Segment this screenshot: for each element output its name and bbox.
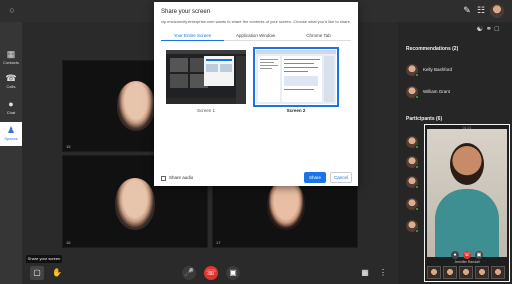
participant-face [115,178,155,230]
more-options-button[interactable]: ⋮ [376,266,390,280]
call-controls: ▢ ✋ 🎤 ☏ ▣ ▦ ⋮ [22,262,398,284]
phone-icon: ☎ [5,73,17,83]
tab-chrome-tab[interactable]: Chrome Tab [287,31,350,41]
camera-button[interactable]: ▣ [226,266,240,280]
microphone-button[interactable]: 🎤 [182,266,196,280]
chat-icon: ● [8,99,14,109]
user-avatar[interactable] [490,4,504,18]
handshake-icon[interactable]: ☯ [477,26,486,33]
meeting-app: ○ ✎ ☷ ▦ Contacts ☎ Calls ● Chat ♟ Spaces… [0,0,512,284]
participant-face [117,81,155,131]
tile-label: 16 [66,240,71,245]
thumbnail[interactable] [491,266,505,279]
edit-icon[interactable]: ✎ [462,5,472,15]
tab-entire-screen[interactable]: Your Entire Screen [161,31,224,41]
raise-hand-button[interactable]: ✋ [50,266,64,280]
panel-toolbar: ☯⚭□ [477,25,502,33]
mic-icon[interactable]: ● [451,251,459,259]
layout-grid-button[interactable]: ▦ [358,266,372,280]
app-logo-icon: ○ [9,5,15,15]
thumbnail[interactable] [427,266,441,279]
share-screen-tooltip: Share your screen [26,255,62,263]
people-icon: ♟ [6,125,16,135]
rail-item-label: Calls [6,84,16,89]
tile-label: 17 [216,240,221,245]
preview-thumbnails [427,266,507,280]
person-name: William Grant [423,89,451,94]
presence-dot [415,95,419,99]
share-audio-label: Share audio [169,175,194,180]
participant-face [267,180,305,230]
video-icon[interactable]: ▣ [475,251,483,259]
dialog-subtitle: vip.enctconcity.enterprise.com wants to … [161,19,351,24]
rail-item-label: Spaces [4,136,18,141]
tab-application-window[interactable]: Application Window [224,31,287,41]
rail-item-label: Chat [6,110,16,115]
rail-item-chat[interactable]: ● Chat [0,96,22,120]
tile-label: 15 [66,144,71,149]
dialog-title: Share your screen [161,9,211,15]
presence-dot [415,185,419,189]
self-preview[interactable]: 01:21 ● ☏ ▣ Jennifer Randall [424,124,510,282]
presence-dot [415,145,419,149]
screen-2-label: Screen 2 [286,108,306,113]
preview-head [450,143,484,185]
screen-1-thumbnail [166,50,246,104]
rail-item-contacts[interactable]: ▦ Contacts [0,46,22,70]
chat-bubble-icon[interactable]: □ [495,26,502,33]
recommendations-header: Recommendations (2) [406,46,459,52]
screen-option-1[interactable]: Screen 1 [166,50,246,113]
preview-caption: Jennifer Randall [454,260,480,264]
participants-header: Participants (6) [406,116,443,122]
screen-2-thumbnail [256,50,336,104]
presence-dot [415,207,419,211]
share-screen-dialog: Share your screen vip.enctconcity.enterp… [154,2,358,186]
contacts-icon: ▦ [6,49,16,59]
screen-1-label: Screen 1 [196,108,215,113]
thumbnail[interactable] [443,266,457,279]
end-call-button[interactable]: ☏ [204,266,218,280]
presence-dot [415,165,419,169]
left-rail: ▦ Contacts ☎ Calls ● Chat ♟ Spaces [0,22,22,284]
share-tabs: Your Entire Screen Application Window Ch… [161,31,351,41]
rail-item-calls[interactable]: ☎ Calls [0,70,22,94]
share-audio-checkbox[interactable] [161,176,166,181]
share-screen-button[interactable]: ▢ [30,266,44,280]
thumbnail[interactable] [459,266,473,279]
presence-dot [415,73,419,77]
rail-item-label: Contacts [3,60,19,65]
preview-body [435,189,499,257]
grid-icon[interactable]: ☷ [476,5,486,15]
share-button[interactable]: Share [304,172,326,183]
thumbnail[interactable] [475,266,489,279]
preview-video [427,129,507,257]
cancel-button[interactable]: Cancel [330,172,352,183]
rail-item-spaces[interactable]: ♟ Spaces [0,122,22,146]
hangup-icon[interactable]: ☏ [463,251,471,259]
person-name: Kelly Bashford [423,67,453,72]
presence-dot [415,229,419,233]
screen-option-2[interactable]: Screen 2 [253,47,339,113]
add-people-icon[interactable]: ⚭ [486,26,495,33]
